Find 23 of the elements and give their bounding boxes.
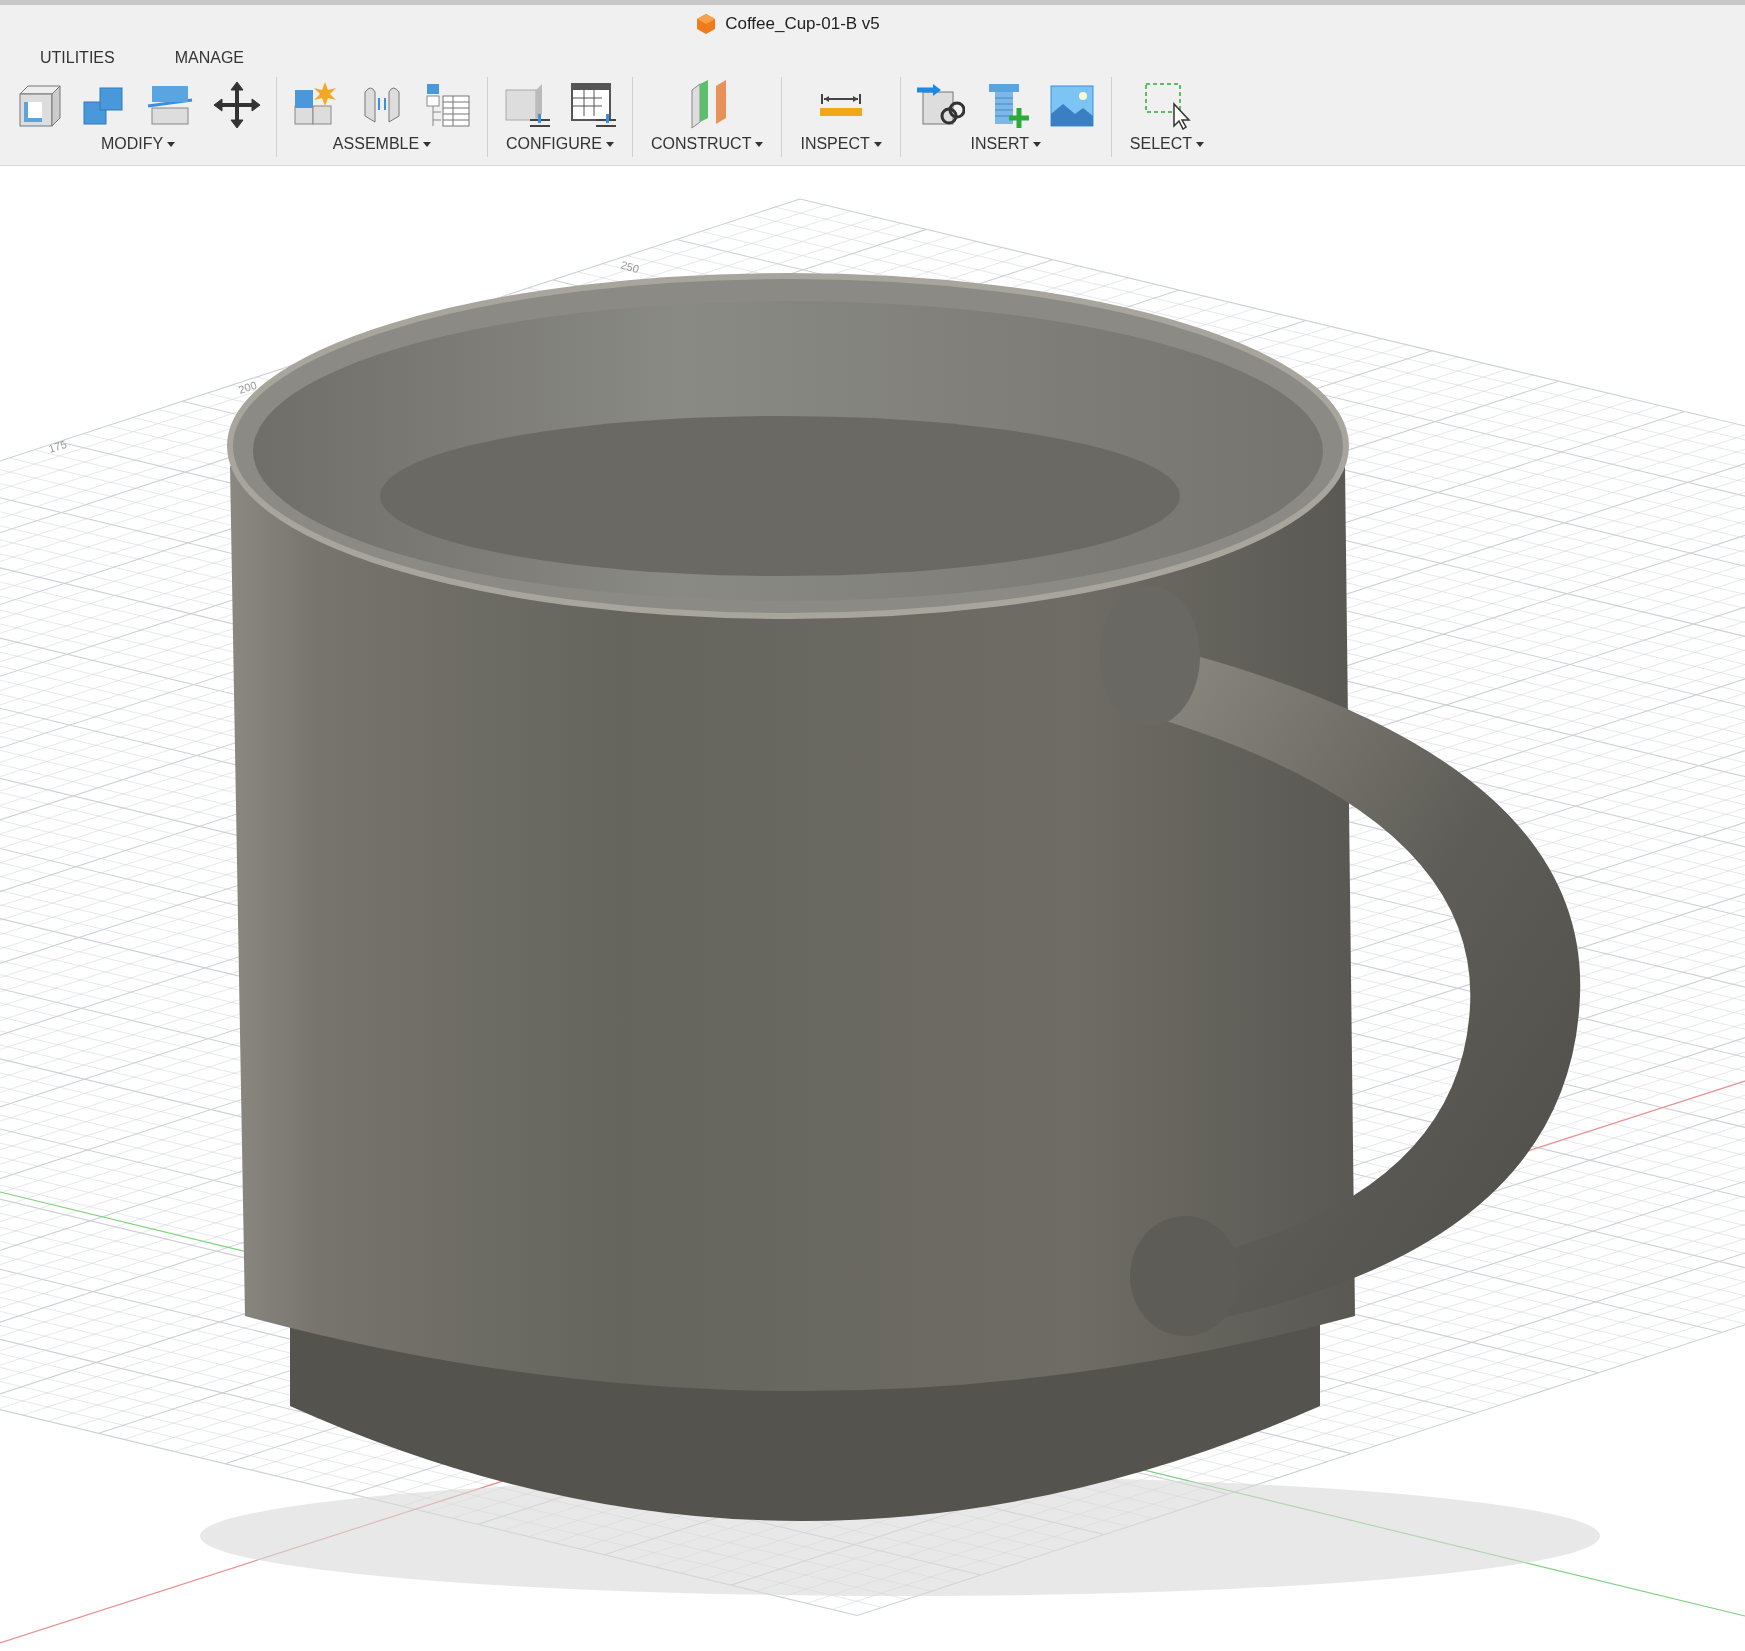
caret-icon <box>167 141 176 147</box>
toolbar-menu-button[interactable]: INSERT <box>966 133 1045 155</box>
ribbon-tab[interactable]: MANAGE <box>164 49 255 67</box>
move-arrows-icon[interactable] <box>212 80 262 130</box>
toolbar-menu-button[interactable]: CONFIGURE <box>502 133 618 155</box>
caret-icon <box>606 141 614 147</box>
toolbar-menu-button[interactable]: ASSEMBLE <box>328 133 436 155</box>
caret-icon <box>1032 141 1041 147</box>
ribbon-tab[interactable]: UTILITIES <box>30 49 125 67</box>
caret-icon <box>755 141 764 147</box>
caret-icon <box>1196 141 1205 147</box>
table-slider-icon[interactable] <box>568 80 618 130</box>
toolbar-menu-button[interactable]: SELECT <box>1125 133 1209 155</box>
grid-label: 200 <box>236 378 259 396</box>
grid-label: 250 <box>619 258 641 276</box>
caret-icon <box>873 141 882 147</box>
grid-label: 175 <box>46 437 69 455</box>
toolbar-menu-button[interactable]: INSPECT <box>796 133 886 155</box>
window-title: Coffee_Cup-01-B v5 <box>725 14 880 34</box>
toolbar-menu-button[interactable]: CONSTRUCT <box>647 133 768 155</box>
caret-icon <box>423 141 432 147</box>
cube-icon <box>695 13 718 35</box>
toolbar-menu-button[interactable]: MODIFY <box>96 133 180 155</box>
